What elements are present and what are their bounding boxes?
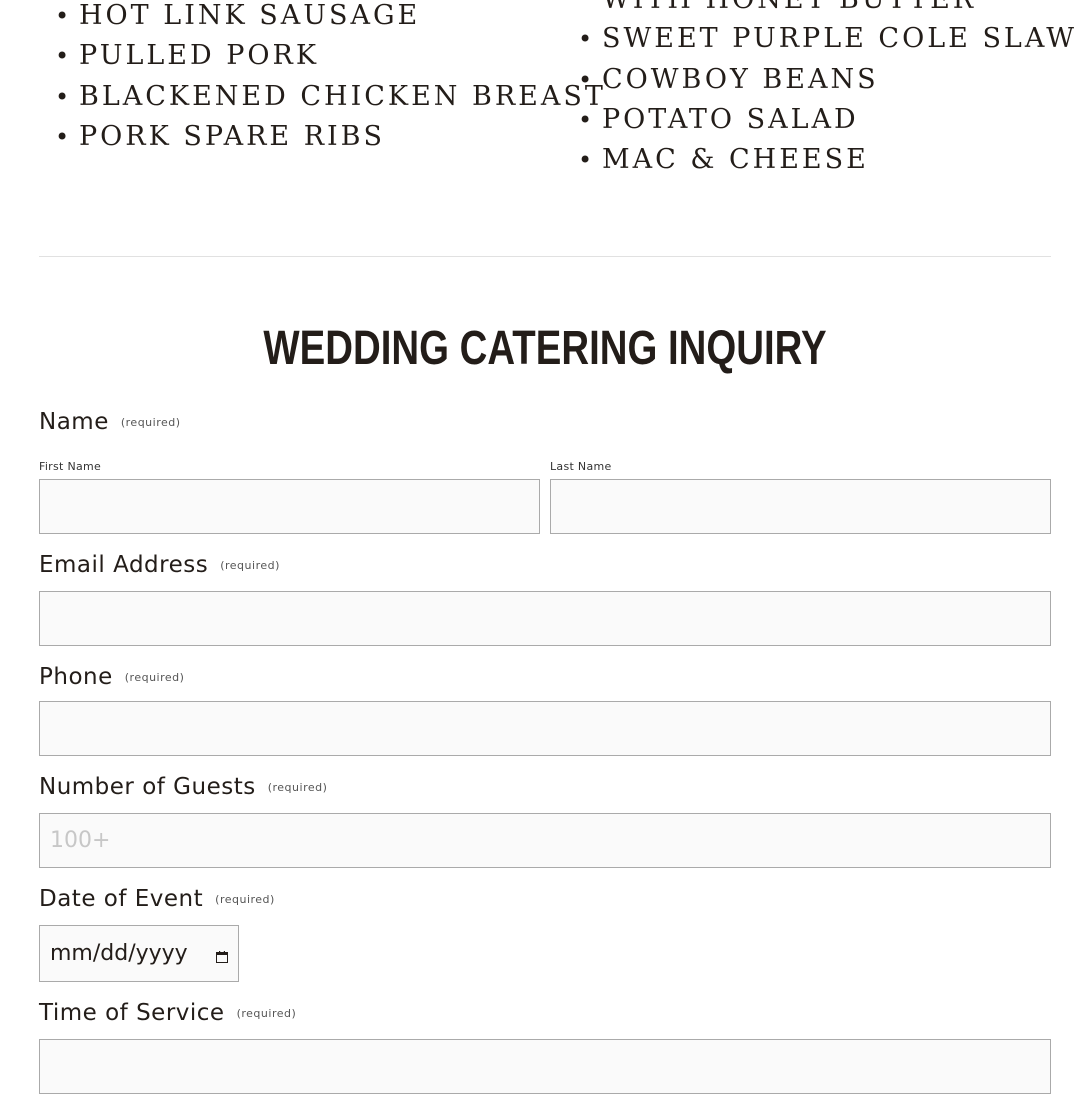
email-input[interactable] — [39, 591, 1051, 646]
menu-list-left: • HOT LINK SAUSAGE • PULLED PORK • BLACKENE… — [55, 0, 606, 157]
menu-item-label: SWEET PURPLE COLE SLAW — [602, 23, 1078, 55]
section-divider — [39, 256, 1051, 257]
date-input[interactable]: mm/dd/yyyy — [39, 925, 239, 982]
guests-input[interactable] — [39, 813, 1051, 868]
name-label-text: Name — [39, 409, 109, 435]
bullet-icon: • — [578, 65, 596, 94]
required-indicator: (required) — [220, 559, 280, 572]
menu-item: • PULLED PORK — [55, 36, 606, 76]
form-title: WEDDING CATERING INQUIRY — [263, 322, 827, 375]
menu-item: • MAC & CHEESE — [578, 140, 1077, 180]
bullet-icon: • — [55, 122, 73, 151]
bullet-icon: • — [55, 2, 73, 30]
menu-item: • POTATO SALAD — [578, 100, 1077, 140]
date-label-text: Date of Event — [39, 886, 204, 912]
menu-item: • BLACKENED CHICKEN BREAST — [55, 77, 606, 117]
menu-item-label: PULLED PORK — [79, 40, 320, 72]
phone-label-text: Phone — [39, 664, 113, 690]
menu-list-right: WITH HONEY BUTTER •SWEET PURPLE COLE SLA… — [578, 0, 1077, 180]
email-label: Email Address (required) — [39, 552, 280, 578]
last-name-label: Last Name — [550, 460, 612, 473]
first-name-input[interactable] — [39, 479, 540, 534]
menu-item-label: PORK SPARE RIBS — [79, 120, 386, 152]
menu-item: • COWBOY BEANS — [578, 60, 1077, 100]
menu-item-label: POTATO SALAD — [602, 103, 859, 135]
required-indicator: (required) — [124, 671, 185, 684]
first-name-label: First Name — [39, 460, 102, 473]
time-label-text: Time of Service — [39, 1000, 225, 1026]
guests-label: Number of Guests (required) — [39, 774, 327, 800]
bullet-icon: • — [55, 42, 73, 71]
menu-item-label: MAC & CHEESE — [602, 144, 869, 176]
time-input[interactable] — [39, 1039, 1051, 1094]
name-label: Name (required) — [39, 409, 181, 435]
date-label: Date of Event (required) — [39, 886, 275, 912]
required-indicator: (required) — [120, 416, 181, 429]
menu-item-continuation: WITH HONEY BUTTER — [578, 0, 1077, 19]
required-indicator: (required) — [215, 893, 275, 906]
time-label: Time of Service (required) — [39, 1000, 296, 1026]
bullet-icon: • — [578, 105, 596, 134]
bullet-icon: • — [55, 82, 73, 111]
menu-item: • HOT LINK SAUSAGE — [55, 0, 606, 36]
required-indicator: (required) — [236, 1007, 297, 1020]
menu-item: • PORK SPARE RIBS — [55, 117, 606, 157]
phone-input[interactable] — [39, 701, 1051, 756]
calendar-icon[interactable] — [216, 948, 228, 963]
menu-item-label: COWBOY BEANS — [602, 63, 879, 95]
required-indicator: (required) — [267, 781, 328, 794]
email-label-text: Email Address — [39, 552, 209, 578]
bullet-icon: • — [578, 146, 596, 175]
menu-item-label: BLACKENED CHICKEN BREAST — [79, 80, 606, 112]
bullet-icon: • — [578, 25, 596, 54]
menu-item-label: HOT LINK SAUSAGE — [79, 0, 421, 31]
menu-item-label: WITH HONEY BUTTER — [602, 0, 976, 15]
phone-label: Phone (required) — [39, 664, 184, 690]
last-name-input[interactable] — [550, 479, 1051, 534]
guests-label-text: Number of Guests — [39, 774, 256, 800]
menu-item: • SWEET PURPLE COLE SLAW — [578, 19, 1077, 59]
date-placeholder: mm/dd/yyyy — [50, 941, 188, 966]
